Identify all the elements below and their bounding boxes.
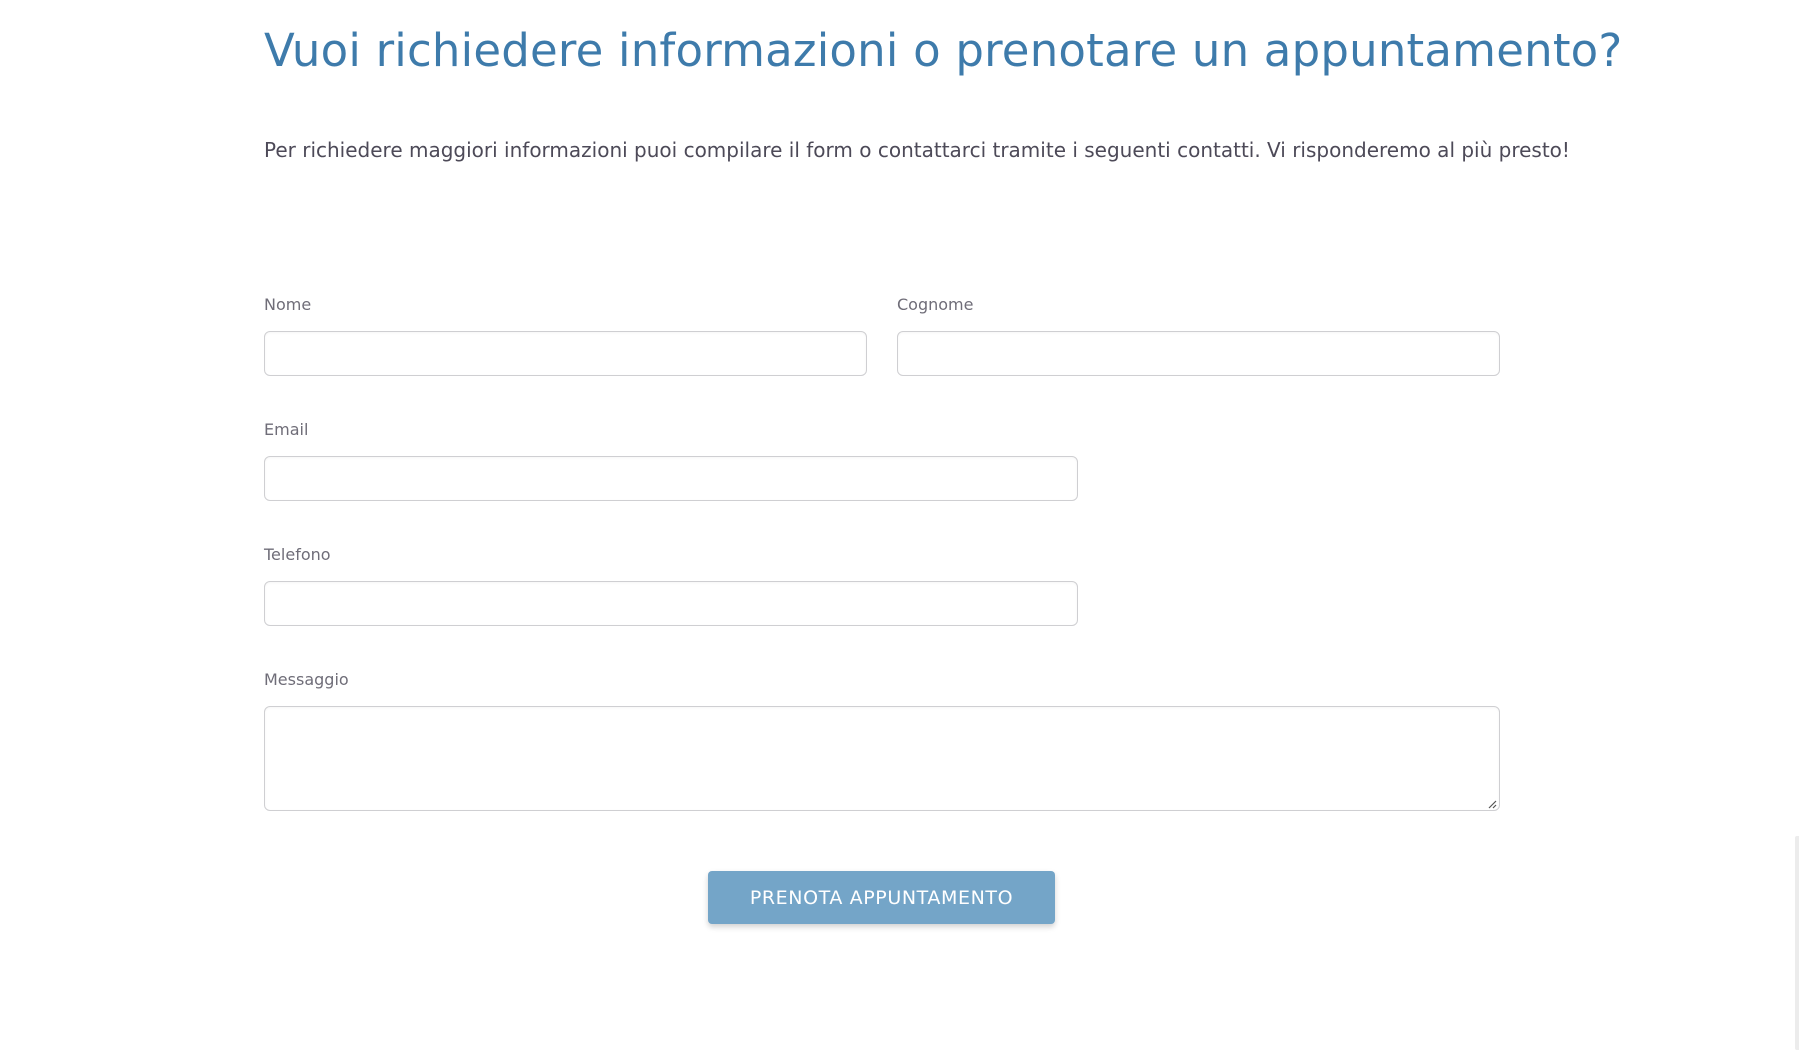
scrollbar[interactable] <box>1795 836 1799 1050</box>
resize-grip-icon[interactable] <box>1487 799 1497 809</box>
telefono-input[interactable] <box>264 581 1078 626</box>
telefono-label: Telefono <box>264 545 331 564</box>
page-title: Vuoi richiedere informazioni o prenotare… <box>264 24 1623 77</box>
prenota-appuntamento-button[interactable]: PRENOTA APPUNTAMENTO <box>708 871 1055 924</box>
email-input[interactable] <box>264 456 1078 501</box>
cognome-label: Cognome <box>897 295 974 314</box>
cognome-input[interactable] <box>897 331 1500 376</box>
nome-input[interactable] <box>264 331 867 376</box>
messaggio-label: Messaggio <box>264 670 349 689</box>
email-label: Email <box>264 420 309 439</box>
messaggio-textarea[interactable] <box>264 706 1500 811</box>
intro-text: Per richiedere maggiori informazioni puo… <box>264 138 1570 162</box>
nome-label: Nome <box>264 295 312 314</box>
